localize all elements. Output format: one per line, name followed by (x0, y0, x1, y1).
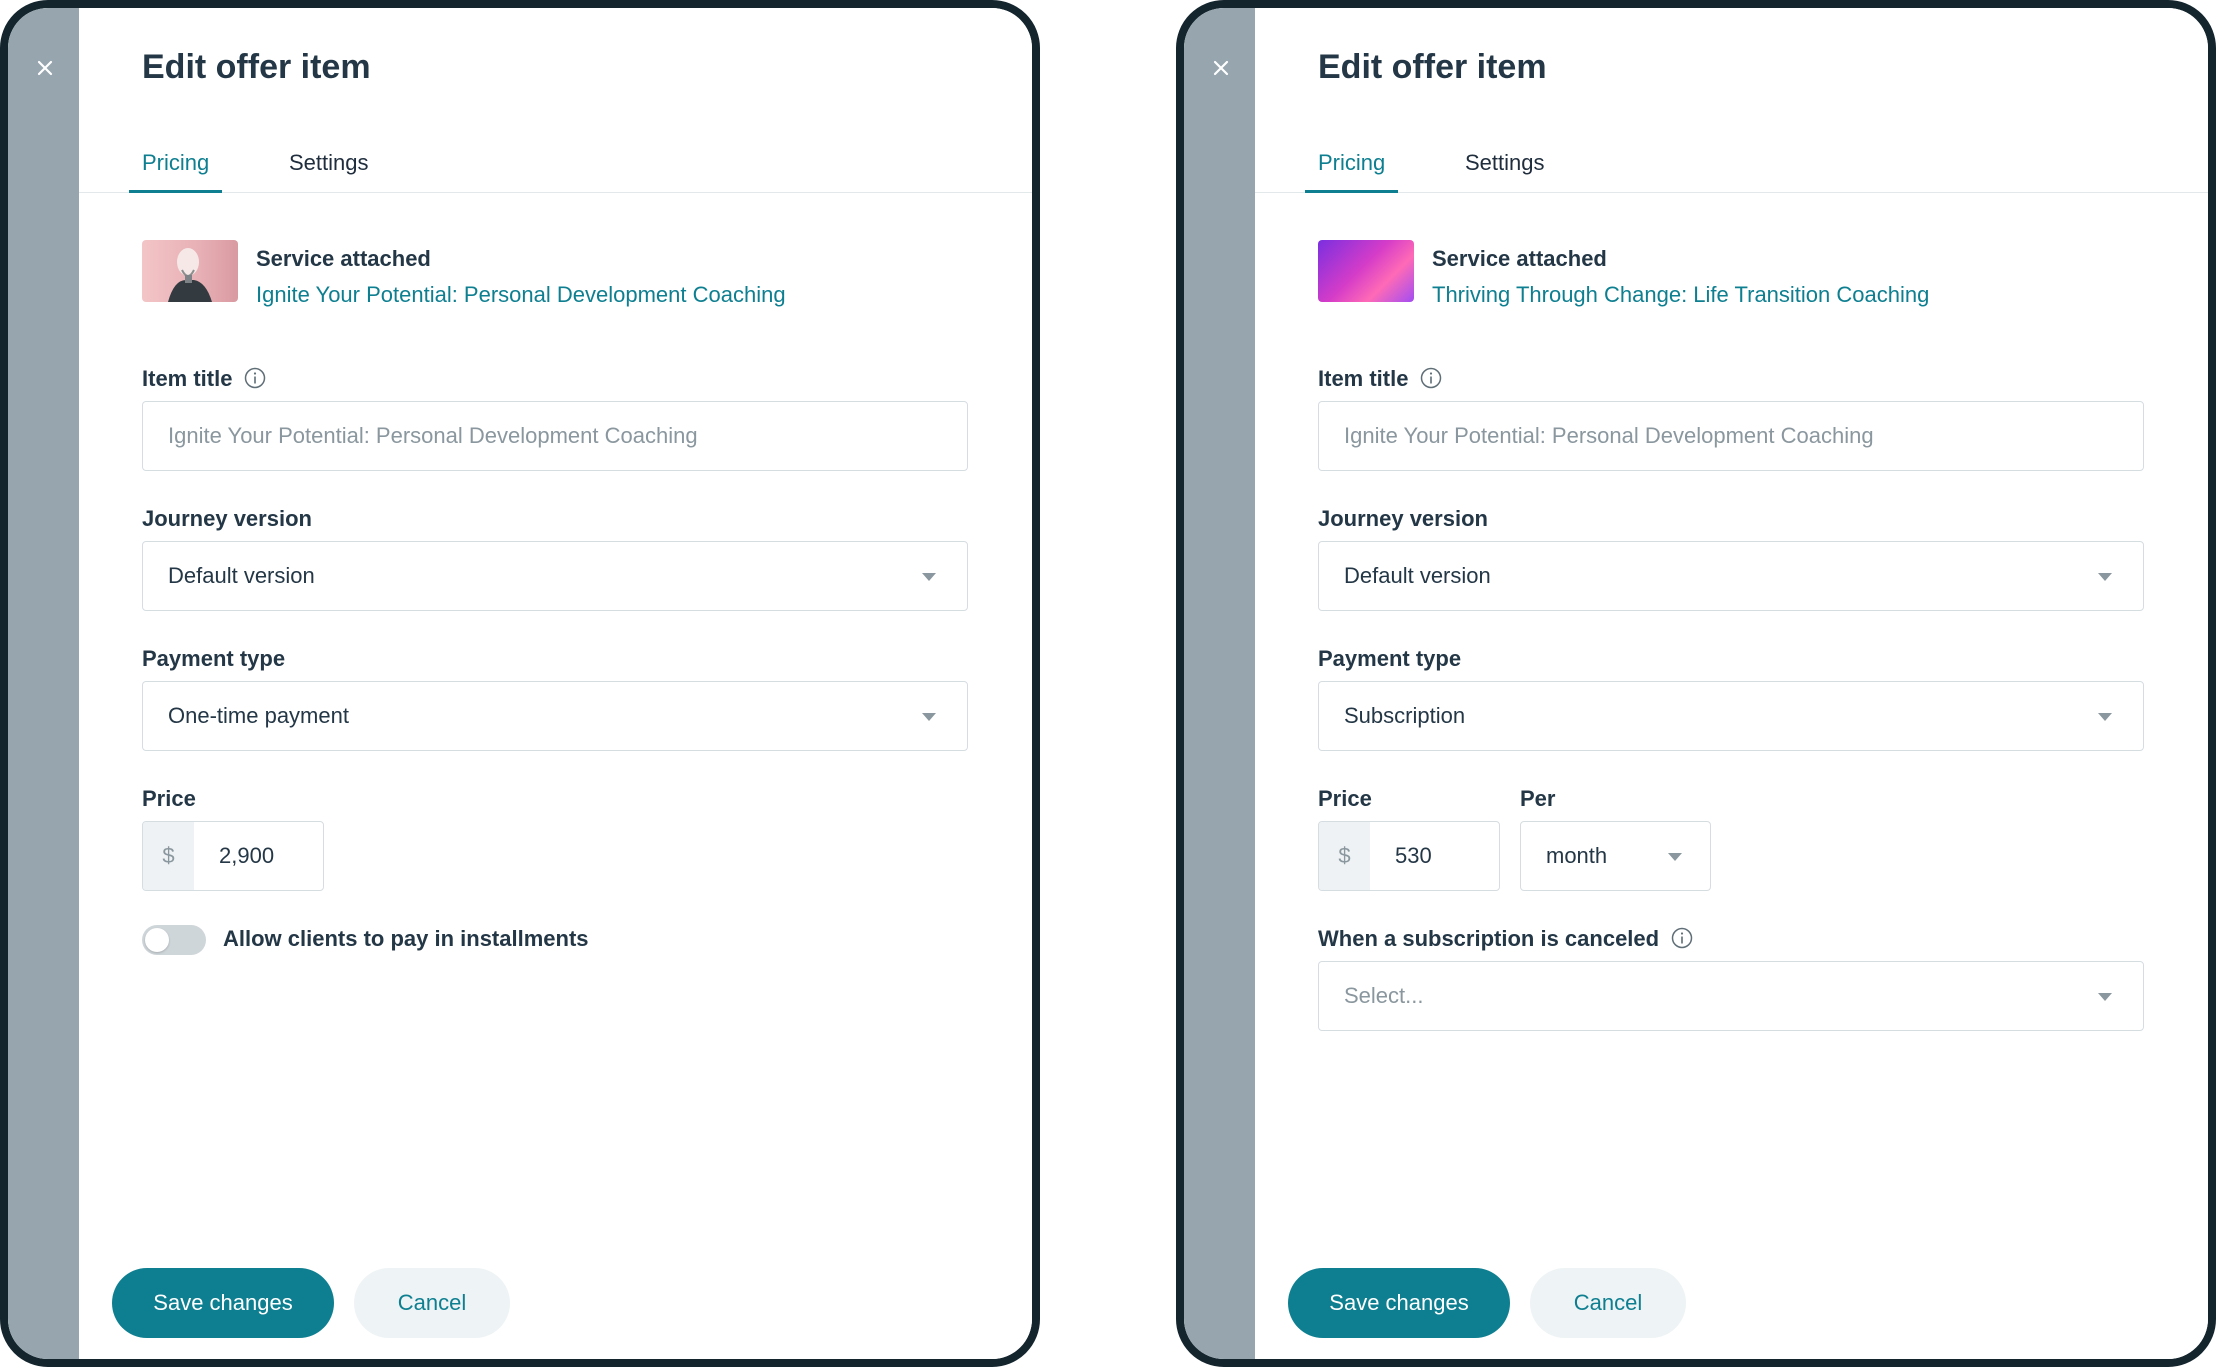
info-icon[interactable] (1671, 927, 1693, 949)
service-label: Service attached (256, 246, 431, 271)
per-label: Per (1520, 786, 1556, 811)
currency-symbol: $ (1319, 822, 1370, 890)
cancel-button[interactable]: Cancel (1530, 1268, 1686, 1338)
journey-version-value: Default version (1344, 563, 1491, 588)
payment-type-label: Payment type (142, 646, 286, 671)
save-button[interactable]: Save changes (1288, 1268, 1510, 1338)
payment-type-select[interactable]: Subscription (1318, 681, 2144, 751)
chevron-down-icon (922, 713, 936, 721)
dialog-title: Edit offer item (142, 48, 371, 86)
price-value: 530 (1395, 843, 1432, 868)
cancel-policy-placeholder: Select... (1344, 983, 1424, 1008)
currency-symbol: $ (143, 822, 194, 890)
save-button[interactable]: Save changes (112, 1268, 334, 1338)
edit-offer-dialog-subscription: Edit offer item Pricing Settings Service… (1176, 0, 2216, 1367)
chevron-down-icon (2098, 993, 2112, 1001)
payment-type-value: One-time payment (168, 703, 349, 728)
service-thumbnail (142, 240, 238, 302)
edit-offer-dialog-one-time: Edit offer item Pricing Settings Service… (0, 0, 1040, 1367)
price-input[interactable]: $ 2,900 (142, 821, 324, 891)
cancel-policy-select[interactable]: Select... (1318, 961, 2144, 1031)
chevron-down-icon (2098, 573, 2112, 581)
installments-label: Allow clients to pay in installments (223, 926, 589, 951)
info-icon[interactable] (244, 367, 266, 389)
cancel-policy-label-text: When a subscription is canceled (1318, 926, 1660, 951)
price-label: Price (142, 786, 196, 811)
service-label: Service attached (1432, 246, 1607, 271)
journey-version-value: Default version (168, 563, 315, 588)
tab-bar: Pricing Settings (79, 138, 1032, 193)
info-icon[interactable] (1420, 367, 1442, 389)
price-value: 2,900 (219, 843, 275, 868)
item-title-label: Item title (1318, 366, 1442, 392)
service-link[interactable]: Ignite Your Potential: Personal Developm… (256, 282, 786, 308)
per-value: month (1546, 843, 1608, 868)
tab-pricing[interactable]: Pricing (1305, 150, 1399, 193)
chevron-down-icon (922, 573, 936, 581)
price-label: Price (1318, 786, 1372, 811)
chevron-down-icon (2098, 713, 2112, 721)
toggle-knob (145, 928, 169, 952)
service-thumbnail (1318, 240, 1414, 302)
tab-settings[interactable]: Settings (276, 150, 382, 193)
dialog-title: Edit offer item (1318, 48, 1547, 86)
payment-type-value: Subscription (1344, 703, 1466, 728)
journey-version-label: Journey version (1318, 506, 1488, 531)
item-title-input[interactable]: Ignite Your Potential: Personal Developm… (1318, 401, 2144, 471)
price-input[interactable]: $ 530 (1318, 821, 1500, 891)
journey-version-label: Journey version (142, 506, 312, 531)
item-title-input[interactable]: Ignite Your Potential: Personal Developm… (142, 401, 968, 471)
tab-settings[interactable]: Settings (1452, 150, 1558, 193)
dialog-panel: Edit offer item Pricing Settings Service… (79, 8, 1032, 1359)
tab-pricing[interactable]: Pricing (129, 150, 223, 193)
per-select[interactable]: month (1520, 821, 1711, 891)
payment-type-label: Payment type (1318, 646, 1462, 671)
side-strip (8, 8, 79, 1359)
dialog-panel: Edit offer item Pricing Settings Service… (1255, 8, 2208, 1359)
cancel-button[interactable]: Cancel (354, 1268, 510, 1338)
chevron-down-icon (1668, 853, 1682, 861)
cancel-policy-label: When a subscription is canceled (1318, 926, 1693, 952)
journey-version-select[interactable]: Default version (1318, 541, 2144, 611)
close-icon[interactable] (35, 58, 55, 78)
item-title-label-text: Item title (1318, 366, 1409, 391)
service-link[interactable]: Thriving Through Change: Life Transition… (1432, 282, 1929, 308)
item-title-label-text: Item title (142, 366, 233, 391)
side-strip (1184, 8, 1255, 1359)
item-title-label: Item title (142, 366, 266, 392)
tab-bar: Pricing Settings (1255, 138, 2208, 193)
close-icon[interactable] (1211, 58, 1231, 78)
payment-type-select[interactable]: One-time payment (142, 681, 968, 751)
installments-toggle[interactable] (142, 925, 206, 955)
journey-version-select[interactable]: Default version (142, 541, 968, 611)
